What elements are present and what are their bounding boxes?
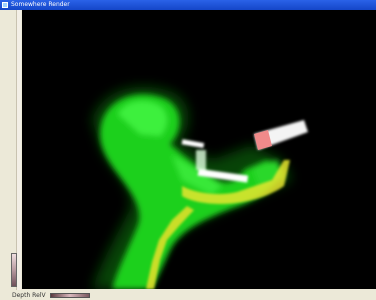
left-panel-ruler — [16, 10, 21, 290]
render-canvas[interactable] — [22, 10, 376, 289]
status-bar: Depth RelV — [0, 291, 376, 300]
title-bar[interactable]: Somewhere Render — [0, 0, 376, 10]
window-title: Somewhere Render — [11, 1, 70, 8]
depth-slider[interactable] — [49, 293, 90, 298]
depth-colorbar — [11, 253, 17, 287]
app-icon — [2, 2, 8, 8]
3d-viewport[interactable] — [22, 10, 376, 289]
marker-block — [254, 120, 308, 150]
depth-label: Depth RelV — [12, 292, 46, 299]
left-panel — [0, 10, 21, 290]
highlight-strand-vertical — [196, 150, 206, 170]
